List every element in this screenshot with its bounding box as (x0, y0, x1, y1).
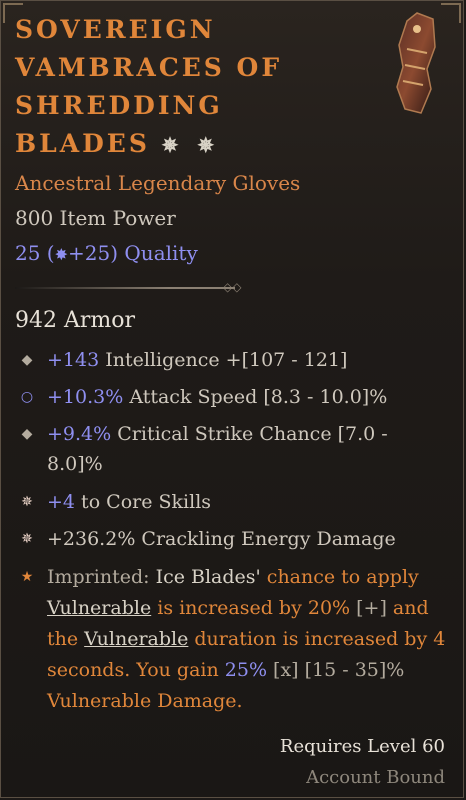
armor-value: 942 Armor (15, 308, 136, 333)
title-stars-icon: ✵ ✵ (161, 133, 221, 157)
imprint-text: Vulnerable Damage. (47, 690, 243, 712)
imprint-gain: 25% (224, 659, 267, 681)
item-power: 800 Item Power (15, 206, 176, 230)
vulnerable-keyword[interactable]: Vulnerable (84, 628, 188, 650)
item-title-text: Sovereign Vambraces of Shredding Blades (15, 15, 283, 158)
imprint-skill: Ice Blades' (155, 566, 261, 588)
section-divider (15, 287, 235, 289)
affix-value: +236.2% (47, 528, 136, 550)
ring-bullet-icon: ○ (20, 389, 34, 405)
gem-bullet-icon: ✵ (21, 494, 33, 510)
x-marker: [x] (273, 659, 299, 681)
affix-text: to Core Skills (75, 491, 212, 513)
affix-value: +4 (47, 491, 76, 513)
imprint-text: is increased by 20% (151, 597, 357, 619)
affix-value: +10.3% (47, 386, 124, 408)
affix-value: +143 (47, 349, 100, 371)
diamond-bullet-icon: ◆ (21, 352, 33, 368)
item-quality: 25 (✸+25) Quality (15, 241, 198, 265)
imprint-range: [15 - 35]% (298, 659, 405, 681)
affix-value: +9.4% (47, 423, 112, 445)
imprint-prefix: Imprinted: (47, 566, 156, 588)
star-bullet-icon: ★ (20, 569, 34, 585)
quality-star-icon: ✸ (54, 245, 69, 264)
gloves-icon (396, 12, 436, 114)
imprint-text: chance to apply (260, 566, 419, 588)
affix-text: Intelligence +[107 - 121] (99, 349, 348, 371)
account-bound: Account Bound (306, 767, 445, 788)
quality-base: 25 (15, 241, 41, 265)
gem-bullet-icon: ✵ (21, 531, 33, 547)
level-requirement: Requires Level 60 (279, 736, 445, 757)
affix-text: Attack Speed [8.3 - 10.0]% (123, 386, 388, 408)
quality-bonus: +25 (68, 241, 111, 265)
quality-open: ( (40, 241, 55, 265)
quality-close: ) Quality (110, 241, 198, 265)
divider-ornament-icon: ◇◇ (223, 280, 242, 294)
diamond-bullet-icon: ◆ (21, 426, 33, 442)
item-title: Sovereign Vambraces of Shredding Blades … (15, 11, 355, 164)
item-tooltip: Sovereign Vambraces of Shredding Blades … (0, 0, 464, 798)
item-type: Ancestral Legendary Gloves (15, 171, 301, 195)
vulnerable-keyword[interactable]: Vulnerable (47, 597, 151, 619)
plus-marker: [+] (356, 597, 387, 619)
affix-text: Crackling Energy Damage (135, 528, 396, 550)
